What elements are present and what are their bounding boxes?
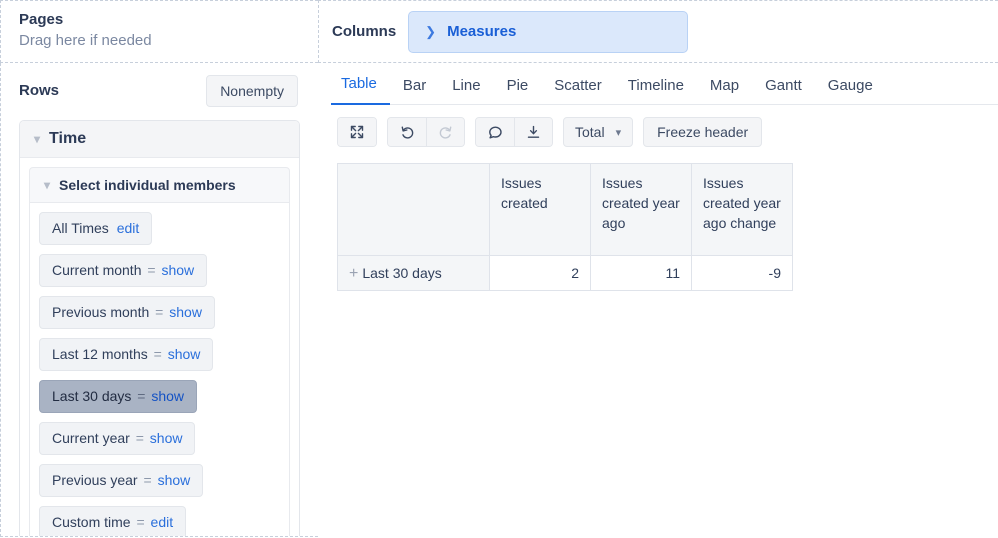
- dimension-header-time[interactable]: ▾ Time: [20, 121, 299, 158]
- tab-table[interactable]: Table: [331, 75, 390, 105]
- member-chip-custom-time[interactable]: Custom time = edit: [39, 506, 186, 537]
- member-action-link[interactable]: show: [158, 472, 191, 488]
- download-icon[interactable]: [514, 118, 552, 146]
- member-chip-all-times[interactable]: All Times edit: [39, 212, 152, 245]
- pivot-table-wrapper: Issues created Issues created year ago I…: [331, 147, 998, 291]
- right-content: Columns ❯ Measures Table Bar Line Pie Sc…: [318, 0, 998, 538]
- member-chip-last-12-months[interactable]: Last 12 months = show: [39, 338, 213, 371]
- pages-drop-zone[interactable]: Pages Drag here if needed: [0, 0, 318, 63]
- pivot-row-label: Last 30 days: [362, 265, 441, 281]
- nonempty-button[interactable]: Nonempty: [206, 75, 298, 107]
- tab-gauge[interactable]: Gauge: [815, 77, 886, 105]
- member-chip-last-30-days[interactable]: Last 30 days = show: [39, 380, 197, 413]
- table-row: +Last 30 days 2 11 -9: [338, 256, 793, 291]
- member-eq: =: [153, 304, 165, 320]
- table-toolbar: Total ▾ Freeze header: [331, 105, 998, 147]
- member-name: Current month: [52, 262, 141, 278]
- left-drop-zones: Pages Drag here if needed Rows Nonempty …: [0, 0, 318, 538]
- rows-zone-title: Rows: [19, 81, 59, 101]
- pivot-table-head: Issues created Issues created year ago I…: [338, 164, 793, 256]
- member-action-link[interactable]: show: [168, 346, 201, 362]
- comment-download-group: [475, 117, 553, 147]
- pivot-cell-issues-created-year-ago-change[interactable]: -9: [692, 256, 793, 291]
- member-name: Previous year: [52, 472, 138, 488]
- tab-scatter[interactable]: Scatter: [541, 77, 615, 105]
- select-individual-members-label: Select individual members: [59, 177, 236, 193]
- chevron-down-icon[interactable]: ▾: [616, 126, 622, 139]
- total-dropdown[interactable]: Total ▾: [563, 117, 633, 147]
- chevron-down-icon[interactable]: ▾: [34, 133, 40, 145]
- pivot-corner-cell: [338, 164, 490, 256]
- tab-bar[interactable]: Bar: [390, 77, 439, 105]
- chevron-down-icon[interactable]: ▾: [44, 179, 50, 191]
- fullscreen-group: [337, 117, 377, 147]
- pivot-col-header-issues-created[interactable]: Issues created: [490, 164, 591, 256]
- tab-timeline[interactable]: Timeline: [615, 77, 697, 105]
- member-eq: =: [152, 346, 164, 362]
- pivot-col-header-issues-created-year-ago-change[interactable]: Issues created year ago change: [692, 164, 793, 256]
- member-eq: =: [145, 262, 157, 278]
- member-name: Previous month: [52, 304, 149, 320]
- expand-arrows-icon[interactable]: [338, 118, 376, 146]
- member-eq: =: [135, 388, 147, 404]
- comment-bubble-icon[interactable]: [476, 118, 514, 146]
- pivot-analytics-app: Pages Drag here if needed Rows Nonempty …: [0, 0, 998, 538]
- member-chip-list: All Times edit Current month = show Prev…: [29, 203, 290, 537]
- member-eq: =: [134, 514, 146, 530]
- member-action-link[interactable]: edit: [117, 220, 140, 236]
- rows-zone-header: Rows Nonempty: [1, 63, 318, 117]
- pivot-col-header-issues-created-year-ago[interactable]: Issues created year ago: [591, 164, 692, 256]
- member-eq: =: [141, 472, 153, 488]
- columns-drop-zone[interactable]: Columns ❯ Measures: [318, 0, 998, 63]
- measures-chip[interactable]: ❯ Measures: [408, 11, 688, 53]
- tab-line[interactable]: Line: [439, 77, 493, 105]
- member-name: Custom time: [52, 514, 131, 530]
- pages-zone-hint: Drag here if needed: [19, 30, 318, 52]
- pivot-cell-issues-created-year-ago[interactable]: 11: [591, 256, 692, 291]
- member-action-link[interactable]: show: [169, 304, 202, 320]
- member-eq: =: [134, 430, 146, 446]
- tab-gantt[interactable]: Gantt: [752, 77, 815, 105]
- total-dropdown-label: Total: [575, 124, 605, 140]
- select-individual-members-header[interactable]: ▾ Select individual members: [29, 167, 290, 203]
- visualization-area: Table Bar Line Pie Scatter Timeline Map …: [318, 63, 998, 291]
- pivot-table: Issues created Issues created year ago I…: [337, 163, 793, 291]
- member-action-link[interactable]: show: [161, 262, 194, 278]
- member-name: Last 12 months: [52, 346, 148, 362]
- member-action-link[interactable]: edit: [151, 514, 174, 530]
- pivot-cell-issues-created[interactable]: 2: [490, 256, 591, 291]
- freeze-header-button[interactable]: Freeze header: [643, 117, 762, 147]
- tab-map[interactable]: Map: [697, 77, 752, 105]
- member-chip-current-month[interactable]: Current month = show: [39, 254, 207, 287]
- undo-icon[interactable]: [388, 118, 426, 146]
- measures-chip-label: Measures: [447, 23, 516, 40]
- plus-icon[interactable]: +: [349, 267, 362, 281]
- member-action-link[interactable]: show: [151, 388, 184, 404]
- member-chip-previous-month[interactable]: Previous month = show: [39, 296, 215, 329]
- member-chip-previous-year[interactable]: Previous year = show: [39, 464, 203, 497]
- redo-icon[interactable]: [426, 118, 464, 146]
- member-name: Last 30 days: [52, 388, 131, 404]
- columns-zone-title: Columns: [332, 22, 396, 42]
- pivot-row-header-last-30-days[interactable]: +Last 30 days: [338, 256, 490, 291]
- undo-redo-group: [387, 117, 465, 147]
- rows-drop-zone[interactable]: Rows Nonempty ▾ Time ▾ Select individual…: [0, 63, 318, 537]
- freeze-header-label: Freeze header: [657, 124, 748, 140]
- member-action-link[interactable]: show: [150, 430, 183, 446]
- viz-tab-bar: Table Bar Line Pie Scatter Timeline Map …: [331, 63, 998, 105]
- tab-pie[interactable]: Pie: [494, 77, 542, 105]
- pages-zone-title: Pages: [19, 10, 318, 30]
- chevron-right-icon[interactable]: ❯: [425, 24, 436, 40]
- member-name: Current year: [52, 430, 130, 446]
- dimension-name: Time: [49, 130, 86, 148]
- pivot-table-body: +Last 30 days 2 11 -9: [338, 256, 793, 291]
- member-name: All Times: [52, 220, 109, 236]
- pivot-header-row: Issues created Issues created year ago I…: [338, 164, 793, 256]
- dimension-card-time: ▾ Time ▾ Select individual members All T…: [19, 120, 300, 537]
- member-chip-current-year[interactable]: Current year = show: [39, 422, 195, 455]
